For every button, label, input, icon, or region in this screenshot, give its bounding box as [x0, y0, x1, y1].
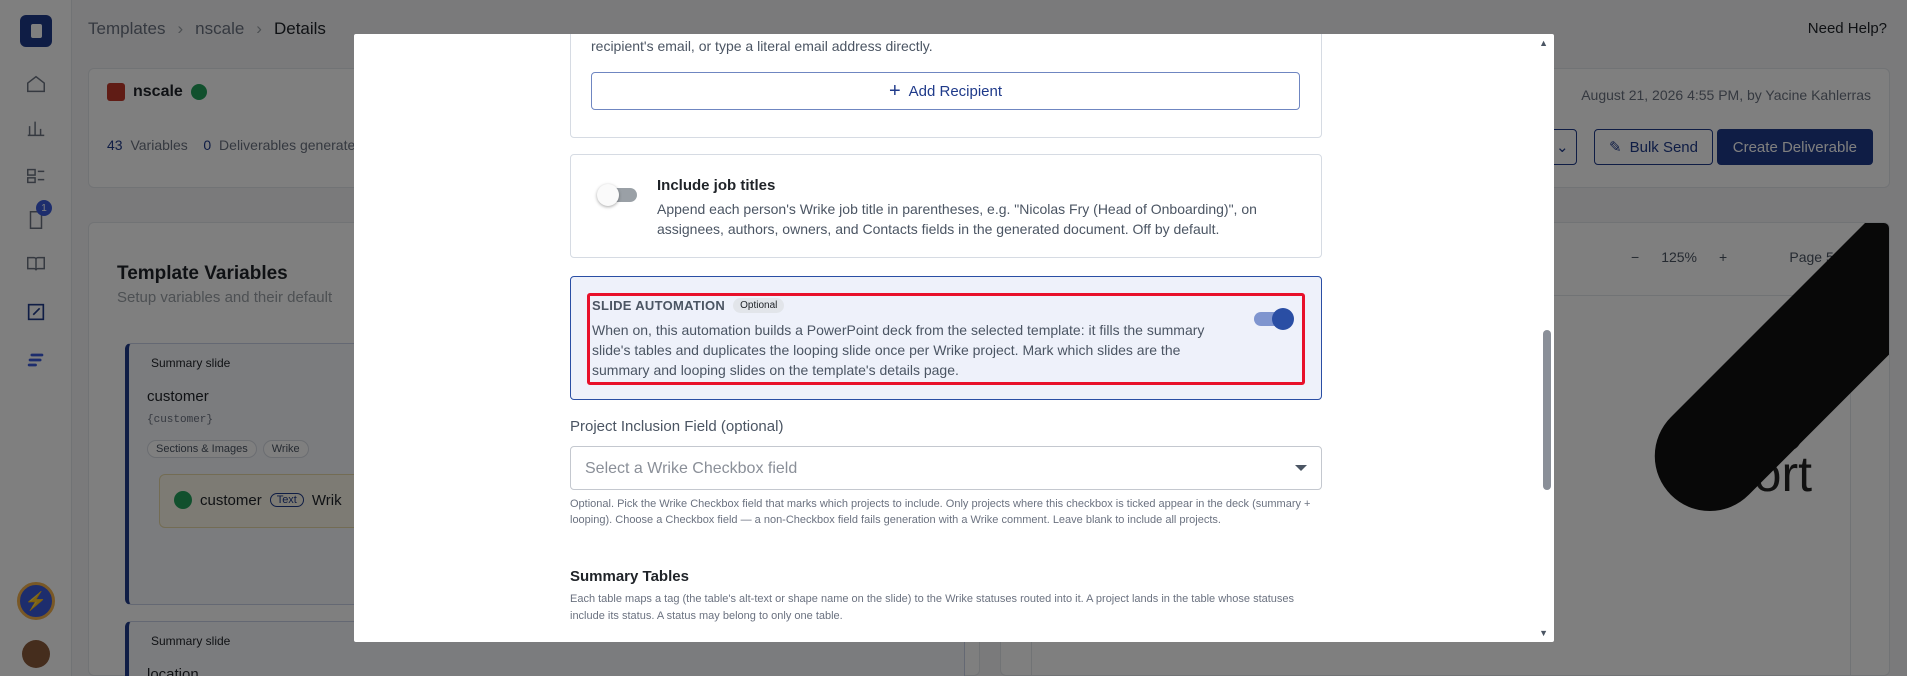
project-inclusion-help: Optional. Pick the Wrike Checkbox field …	[570, 498, 1311, 526]
slide-automation-description: When on, this automation builds a PowerP…	[592, 322, 1205, 378]
scrollbar-thumb[interactable]	[1543, 330, 1551, 490]
slide-automation-title: SLIDE AUTOMATION	[592, 298, 726, 313]
scroll-down-arrow[interactable]: ▼	[1539, 628, 1548, 638]
add-recipient-button[interactable]: + Add Recipient	[591, 72, 1300, 110]
scroll-up-arrow[interactable]: ▲	[1539, 38, 1548, 48]
project-inclusion-select[interactable]: Select a Wrike Checkbox field	[570, 446, 1322, 490]
caret-down-icon	[1295, 465, 1307, 471]
select-placeholder: Select a Wrike Checkbox field	[585, 460, 798, 477]
summary-tables-title: Summary Tables	[570, 568, 689, 585]
job-titles-title: Include job titles	[657, 177, 776, 194]
optional-badge: Optional	[733, 298, 785, 313]
summary-tables-description: Each table maps a tag (the table's alt-t…	[570, 593, 1295, 622]
project-inclusion-label: Project Inclusion Field (optional)	[570, 418, 784, 435]
slide-automation-toggle[interactable]	[1254, 308, 1294, 330]
job-titles-description: Append each person's Wrike job title in …	[657, 201, 1257, 237]
slide-automation-section: SLIDE AUTOMATION Optional When on, this …	[570, 276, 1322, 400]
email-recipients-section: Automatically email the generated docume…	[570, 34, 1322, 138]
job-titles-toggle[interactable]	[597, 184, 637, 206]
email-description: Automatically email the generated docume…	[591, 38, 933, 54]
add-recipient-label: Add Recipient	[908, 82, 1003, 100]
job-titles-section: Include job titles Append each person's …	[570, 154, 1322, 258]
slide-automation-highlight: SLIDE AUTOMATION Optional When on, this …	[587, 293, 1305, 385]
automation-settings-modal: ▲ ▼ Automatically email the generated do…	[354, 34, 1554, 642]
plus-icon: +	[888, 80, 901, 102]
